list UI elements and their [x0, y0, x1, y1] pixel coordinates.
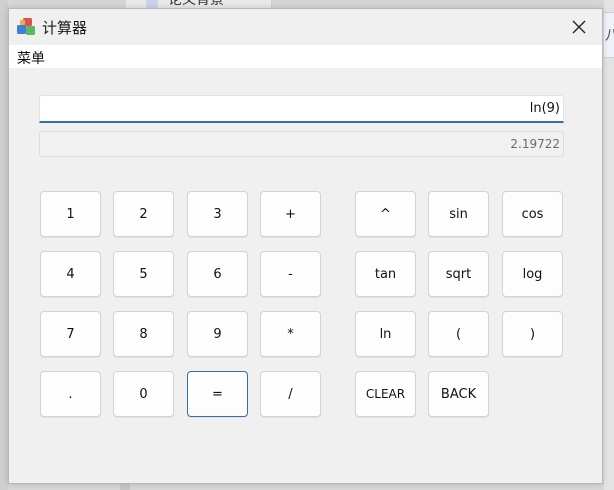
calculator-window: 计算器 菜单 2.19722 123 +456- 789 *. 0 = / ^ sincos ta… — [8, 8, 603, 484]
key-cos-button[interactable]: cos — [502, 191, 563, 237]
key-close-paren-button[interactable]: ) — [502, 311, 563, 357]
key-ln-button[interactable]: ln — [355, 311, 416, 357]
menu-item-main[interactable]: 菜单 — [15, 48, 47, 68]
key-power-button[interactable]: ^ — [355, 191, 416, 237]
key-open-paren-button[interactable]: ( — [428, 311, 489, 357]
key-plus-button[interactable]: + — [260, 191, 321, 237]
key-9-button[interactable]: 9 — [187, 311, 248, 357]
key-7-button[interactable]: 7 — [40, 311, 101, 357]
background-app-bottom-fragment — [120, 484, 130, 490]
background-right-label: 八 — [605, 25, 614, 45]
key-minus-button[interactable]: - — [260, 251, 321, 297]
key-8-button[interactable]: 8 — [113, 311, 174, 357]
key-back-button[interactable]: BACK — [428, 371, 489, 417]
title-bar[interactable]: 计算器 — [9, 9, 602, 45]
background-right-strip: 八 — [604, 12, 614, 58]
key-sqrt-button[interactable]: sqrt — [428, 251, 489, 297]
key-3-button[interactable]: 3 — [187, 191, 248, 237]
background-app-right-edge: 八 — [604, 0, 614, 490]
key-tan-button[interactable]: tan — [355, 251, 416, 297]
key-multiply-button[interactable]: * — [260, 311, 321, 357]
key-divide-button[interactable]: / — [260, 371, 321, 417]
key-6-button[interactable]: 6 — [187, 251, 248, 297]
key-log-button[interactable]: log — [502, 251, 563, 297]
calculator-app-icon — [15, 16, 37, 38]
key-clear-button[interactable]: CLEAR — [355, 371, 416, 417]
close-icon — [572, 20, 586, 34]
menu-bar: 菜单 — [9, 45, 602, 68]
key-0-button[interactable]: 0 — [113, 371, 174, 417]
key-4-button[interactable]: 4 — [40, 251, 101, 297]
key-1-button[interactable]: 1 — [40, 191, 101, 237]
close-button[interactable] — [556, 9, 602, 45]
background-app-left-edge — [0, 0, 8, 490]
result-display: 2.19722 — [39, 131, 564, 157]
key-sin-button[interactable]: sin — [428, 191, 489, 237]
key-decimal-button[interactable]: . — [40, 371, 101, 417]
key-5-button[interactable]: 5 — [113, 251, 174, 297]
key-2-button[interactable]: 2 — [113, 191, 174, 237]
window-title: 计算器 — [42, 19, 88, 37]
key-equals-button[interactable]: = — [187, 371, 248, 417]
expression-input[interactable] — [39, 95, 564, 123]
